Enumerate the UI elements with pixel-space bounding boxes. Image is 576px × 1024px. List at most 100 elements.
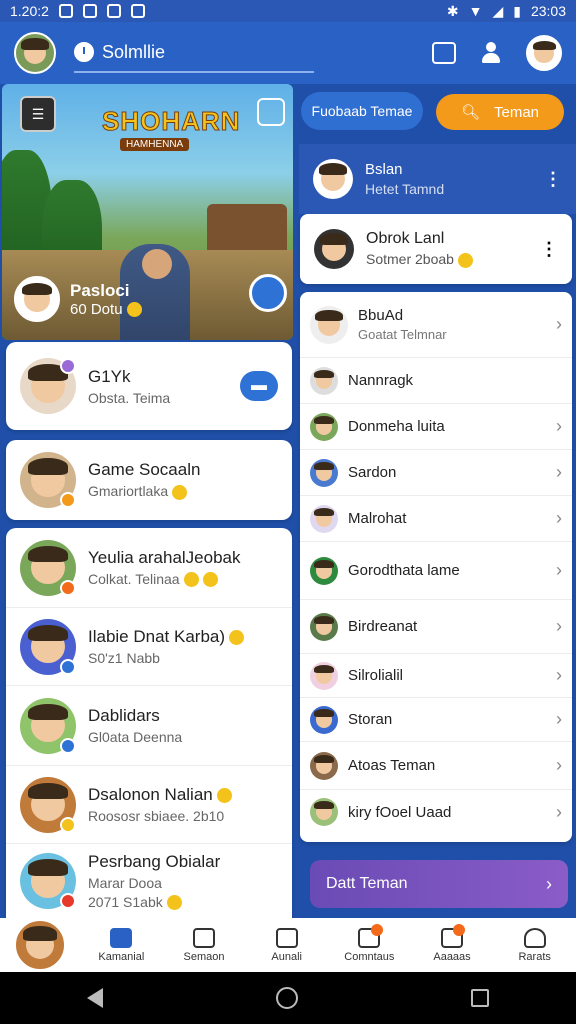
top-app-bar: Solmllie [0,22,576,84]
contact-sub: Obsta. Teima [88,389,171,406]
chat-item[interactable]: Obrok Lanl Sotmer 2boab ⋮ [300,214,572,284]
contact-avatar [310,661,338,690]
friend-request-button[interactable]: Fuobaab Temae [301,92,423,130]
contact-avatar [310,612,338,641]
notification-dot [453,923,466,936]
contact-avatar [310,412,338,441]
list-item[interactable]: Birdreanat › [300,600,572,654]
contact-avatar [310,751,338,780]
online-badge [60,358,76,374]
user-avatar[interactable] [526,35,562,71]
nav-label: Rarats [518,950,551,963]
status-badge [60,816,76,833]
more-options-icon[interactable]: ⋮ [544,169,562,190]
game-subtitle: HAMHENNA [120,138,190,151]
contact-name: kiry fOoel Uaad [348,803,452,821]
chat-button[interactable]: ▬ [240,371,278,401]
list-item[interactable]: Ilabie Dnat Karba) S0'z1 Nabb [6,608,292,686]
menu-icon[interactable]: ☰ [20,96,56,132]
profile-avatar[interactable] [14,32,56,74]
chevron-right-icon: › [546,873,552,894]
contact-avatar [313,159,353,199]
contact-sub: Sotmer 2boab [366,251,454,268]
home-button-icon[interactable] [275,987,298,1009]
nav-notifications[interactable]: Aunali [245,927,328,963]
add-friend-icon[interactable] [480,42,502,64]
person-icon [523,927,546,948]
list-item[interactable]: Nannragk [300,358,572,404]
contact-sub: Colkat. Telinaa [88,570,180,587]
contact-name: Obrok Lanl [366,230,445,248]
clock-icon [74,42,94,62]
contact-name: Storan [348,711,393,728]
add-friend-button[interactable]: Datt Teman › [310,860,568,908]
gift-icon[interactable] [432,42,456,64]
chat-card[interactable]: Game Socaaln Gmariortlaka [6,440,292,520]
search-icon: 🔍︎ [460,104,480,121]
home-icon [110,927,133,948]
contact-name: Ilabie Dnat Karba) [88,627,226,646]
bell-icon [275,927,298,948]
hero-user: Pasloci 60 Dotu [14,276,142,322]
list-item[interactable]: Atoas Teman › [300,742,572,790]
list-item[interactable]: Storan › [300,698,572,742]
contact-name: Pesrbang Obialar [88,851,221,871]
search-bar[interactable]: Solmllie [74,33,314,73]
list-item[interactable]: Dsalonon Nalian Roososr sbiaee. 2b10 [6,766,292,844]
friends-button[interactable]: 🔍︎ Teman [436,94,564,130]
more-options-icon[interactable]: ⋮ [540,239,558,260]
contact-name: Sardon [348,464,397,481]
notification-dot [370,923,383,936]
list-item[interactable]: BbuAd Goatat Telmnar › [300,292,572,358]
nav-profile[interactable]: Rarats [493,927,576,963]
notification-icon [58,4,73,18]
voice-chat-button[interactable] [249,274,287,312]
chevron-right-icon: › [556,560,562,580]
status-badge [60,579,76,596]
chevron-right-icon: › [556,416,562,436]
selected-chat-item[interactable]: Bslan Hetet Tamnd ⋮ [299,144,576,214]
contact-name: Nannragk [348,372,414,389]
list-item[interactable]: Pesrbang Obialar Marar Dooa 2071 S1abk [6,844,292,918]
list-item[interactable]: kiry fOoel Uaad › [300,790,572,834]
contact-avatar [310,798,338,826]
contact-avatar [310,305,348,344]
expand-icon[interactable] [257,98,285,126]
emoji-icon [229,630,245,646]
nav-contacts[interactable]: Comntaus [328,923,411,963]
nav-messages[interactable]: Aaaaas [411,923,494,963]
back-icon[interactable] [86,988,103,1008]
list-item[interactable]: Sardon › [300,450,572,496]
emoji-icon [202,572,218,588]
chevron-right-icon: › [556,314,562,334]
game-title: SHOHARN [101,106,241,137]
nav-search[interactable]: Semaon [163,927,246,963]
list-item[interactable]: Dablidars Gl0ata Deenna [6,686,292,766]
chevron-right-icon: › [556,508,562,528]
list-item[interactable]: Silrolialil › [300,654,572,698]
hero-user-name: Pasloci [70,280,130,300]
add-friend-label: Datt Teman [326,875,408,892]
nav-label: Aunali [271,950,302,963]
chevron-right-icon: › [556,616,562,636]
nav-home[interactable]: Kamanial [80,927,163,963]
signal-icon: ◢ [492,2,504,19]
contact-sub: Gmariortlaka [88,483,169,500]
contact-name: Game Socaaln [88,460,201,480]
contact-sub: Gl0ata Deenna [88,729,183,745]
list-item[interactable]: Yeulia arahalJeobak Colkat. Telinaa [6,528,292,608]
list-item[interactable]: Gorodthata lame › [300,542,572,600]
list-item[interactable]: Donmeha luita › [300,404,572,450]
chat-card[interactable]: G1Yk Obsta. Teima ▬ [6,342,292,430]
recent-apps-icon[interactable] [471,989,490,1007]
list-item[interactable]: Malrohat › [300,496,572,542]
wifi-icon: ▼ [468,3,483,19]
chat-list: Yeulia arahalJeobak Colkat. Telinaa Ilab… [6,528,292,918]
emoji-icon [183,572,199,588]
featured-game-card[interactable]: SHOHARN HAMHENNA ☰ Pasloci 60 Dotu [2,84,293,340]
contact-sub: Hetet Tamnd [365,181,445,197]
chevron-right-icon: › [556,462,562,482]
battery-icon: ▮ [513,2,521,19]
chevron-right-icon: › [556,709,562,729]
nav-avatar[interactable] [13,918,67,972]
